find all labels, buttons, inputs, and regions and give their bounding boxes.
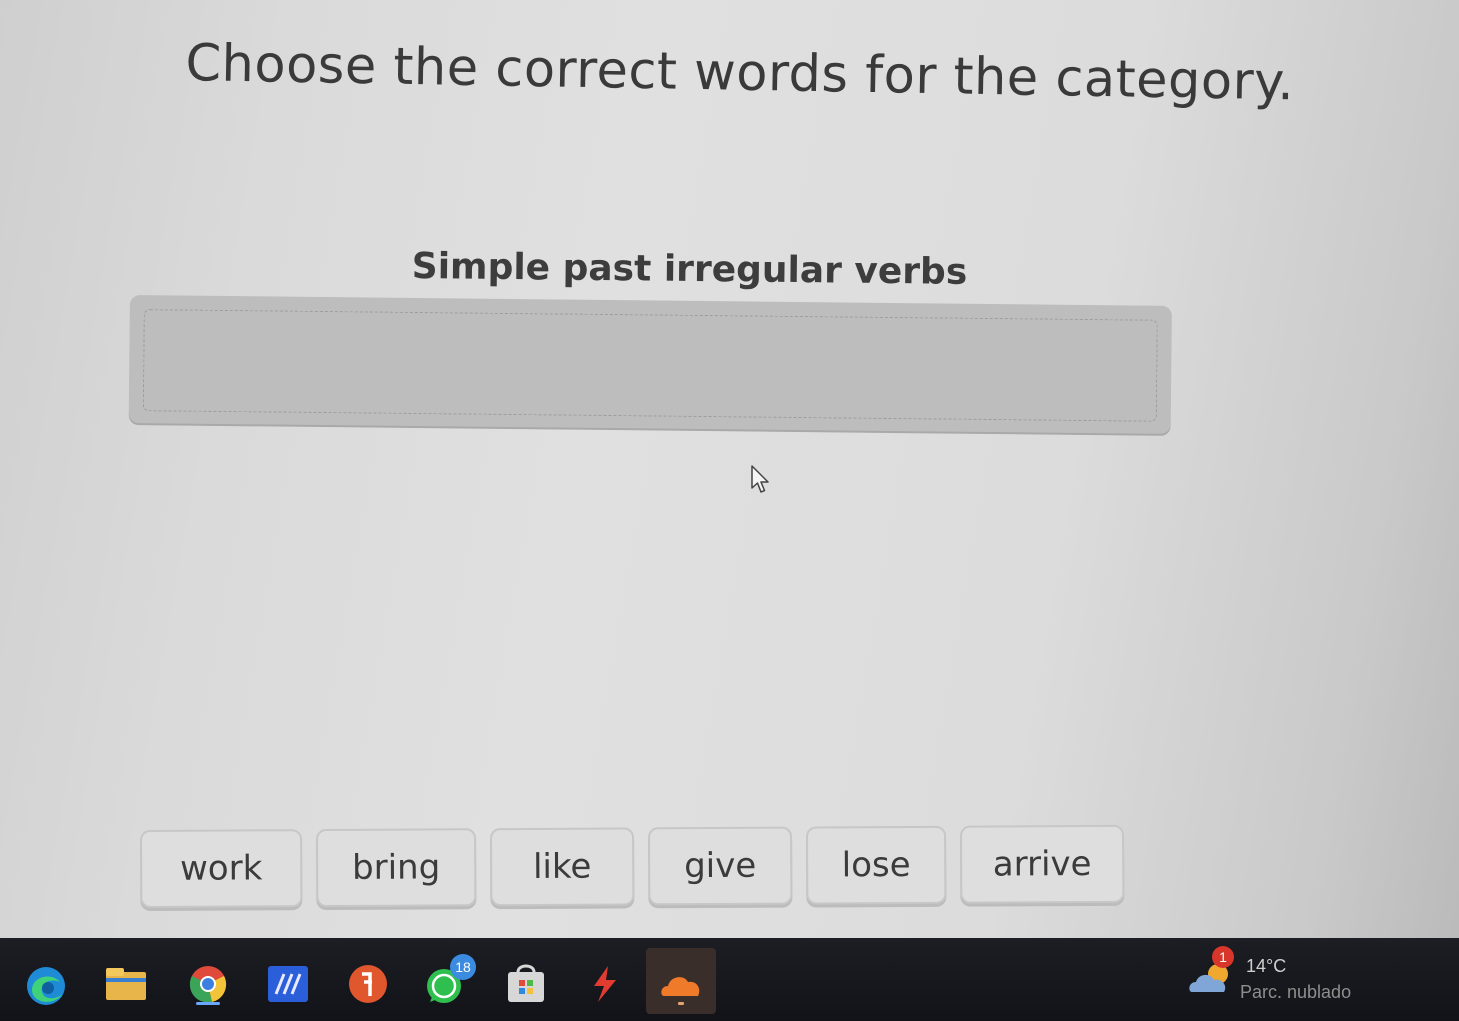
word-tile-work[interactable]: work [140, 829, 303, 908]
app-blue-icon[interactable] [264, 962, 312, 1006]
weather-alert-badge: 1 [1212, 946, 1234, 968]
cloud-app-icon[interactable] [658, 962, 706, 1006]
word-tile-arrive[interactable]: arrive [959, 824, 1125, 904]
activity-screen: Choose the correct words for the categor… [0, 0, 1459, 938]
mouse-pointer-icon [751, 465, 769, 493]
windows-taskbar: 18 1 14°C Parc. nublado [0, 938, 1459, 1021]
drop-zone-dashed-border [142, 309, 1158, 422]
chrome-icon[interactable] [184, 962, 232, 1006]
word-tile-like[interactable]: like [489, 827, 635, 907]
whatsapp-badge: 18 [450, 954, 476, 980]
instruction-title: Choose the correct words for the categor… [184, 34, 1295, 113]
word-tile-bring[interactable]: bring [315, 828, 477, 908]
weather-widget[interactable]: 1 14°C Parc. nublado [1188, 946, 1388, 1006]
app-red-circle-icon[interactable] [344, 962, 392, 1006]
word-tile-lose[interactable]: lose [805, 825, 947, 905]
red-bolt-icon[interactable] [580, 962, 628, 1006]
category-drop-zone[interactable] [128, 295, 1172, 436]
file-explorer-icon[interactable] [102, 962, 150, 1006]
store-icon[interactable] [502, 962, 550, 1006]
edge-icon[interactable] [22, 962, 70, 1006]
weather-condition: Parc. nublado [1240, 982, 1352, 1002]
weather-temperature: 14°C [1246, 956, 1287, 976]
word-tile-give[interactable]: give [647, 826, 793, 906]
category-label: Simple past irregular verbs [411, 246, 968, 293]
